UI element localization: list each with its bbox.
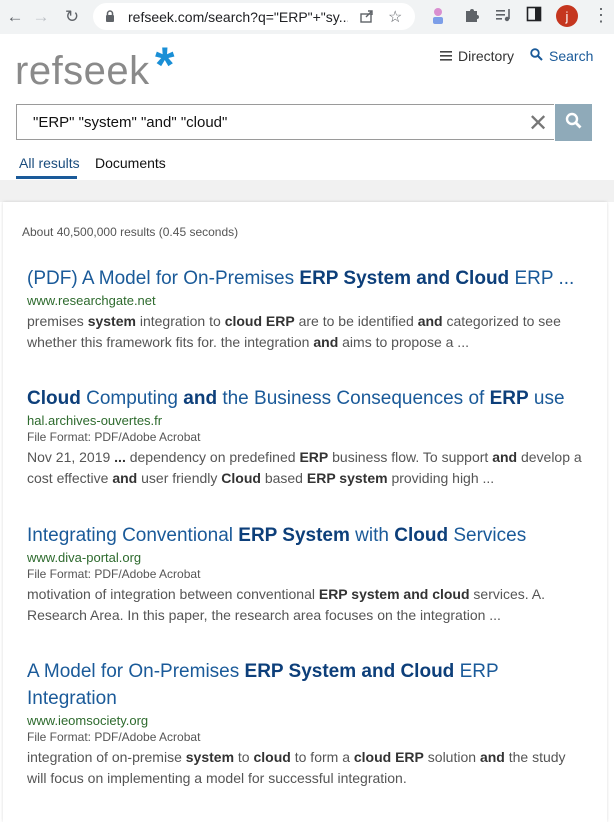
result-snippet: integration of on-premise system to clou…: [27, 749, 566, 786]
lock-icon[interactable]: [105, 10, 115, 28]
logo-star: *: [155, 37, 175, 93]
reload-icon[interactable]: ↻: [61, 6, 83, 28]
active-tab-indicator: [16, 176, 77, 179]
address-bar[interactable]: refseek.com/search?q="ERP"+"sy... ☆: [93, 3, 415, 30]
results-panel: About 40,500,000 results (0.45 seconds) …: [3, 202, 607, 822]
results-count: About 40,500,000 results (0.45 seconds): [22, 225, 239, 239]
result-title[interactable]: (PDF) A Model for On-Premises ERP System…: [27, 265, 587, 292]
side-panel-icon[interactable]: [526, 6, 542, 27]
search-input[interactable]: [33, 114, 513, 131]
extensions-puzzle-icon[interactable]: [463, 6, 481, 29]
result-url[interactable]: hal.archives-ouvertes.fr: [27, 413, 587, 428]
back-arrow-icon[interactable]: ←: [4, 6, 26, 28]
result-url[interactable]: www.ieomsociety.org: [27, 713, 587, 728]
search-link[interactable]: Search: [530, 48, 593, 64]
forward-arrow-icon[interactable]: →: [30, 6, 52, 28]
share-icon[interactable]: [359, 8, 375, 29]
bookmark-star-icon[interactable]: ☆: [388, 7, 402, 27]
more-menu-icon[interactable]: ⋮: [592, 5, 610, 26]
extension-profile-icon[interactable]: [430, 6, 448, 31]
result-url[interactable]: www.diva-portal.org: [27, 550, 587, 565]
file-format: File Format: PDF/Adobe Acrobat: [27, 430, 201, 444]
directory-link[interactable]: Directory: [440, 48, 514, 64]
site-header: refseek * Directory Search ✕ All results…: [0, 34, 614, 180]
search-button[interactable]: [555, 104, 592, 141]
browser-toolbar: ← → ↻ refseek.com/search?q="ERP"+"sy... …: [0, 0, 614, 34]
media-control-icon[interactable]: [494, 6, 512, 29]
header-separator: [0, 180, 614, 202]
result-title[interactable]: A Model for On-Premises ERP System and C…: [27, 658, 587, 712]
url-text[interactable]: refseek.com/search?q="ERP"+"sy...: [128, 9, 348, 25]
result-title[interactable]: Integrating Conventional ERP System with…: [27, 522, 587, 549]
directory-label: Directory: [458, 48, 515, 64]
clear-icon[interactable]: ✕: [528, 109, 548, 138]
result-item: Cloud Computing and the Business Consequ…: [27, 385, 587, 489]
result-url[interactable]: www.researchgate.net: [27, 293, 587, 308]
search-box: ✕: [16, 104, 554, 140]
file-format: File Format: PDF/Adobe Acrobat: [27, 730, 201, 744]
result-title[interactable]: Cloud Computing and the Business Consequ…: [27, 385, 587, 412]
profile-avatar[interactable]: j: [556, 5, 578, 27]
result-snippet: Nov 21, 2019 ... dependency on predefine…: [27, 449, 582, 486]
result-snippet: premises system integration to cloud ERP…: [27, 313, 561, 350]
tab-all-results[interactable]: All results: [19, 155, 80, 171]
result-item: (PDF) A Model for On-Premises ERP System…: [27, 265, 587, 353]
search-icon: [530, 48, 543, 64]
file-format: File Format: PDF/Adobe Acrobat: [27, 567, 201, 581]
refseek-logo[interactable]: refseek: [15, 49, 150, 94]
result-snippet: motivation of integration between conven…: [27, 586, 546, 623]
result-item: A Model for On-Premises ERP System and C…: [27, 658, 587, 789]
search-label: Search: [549, 48, 594, 64]
result-item: Integrating Conventional ERP System with…: [27, 522, 587, 626]
list-icon: [440, 48, 452, 64]
tab-documents[interactable]: Documents: [95, 155, 166, 171]
search-icon: [565, 112, 582, 134]
